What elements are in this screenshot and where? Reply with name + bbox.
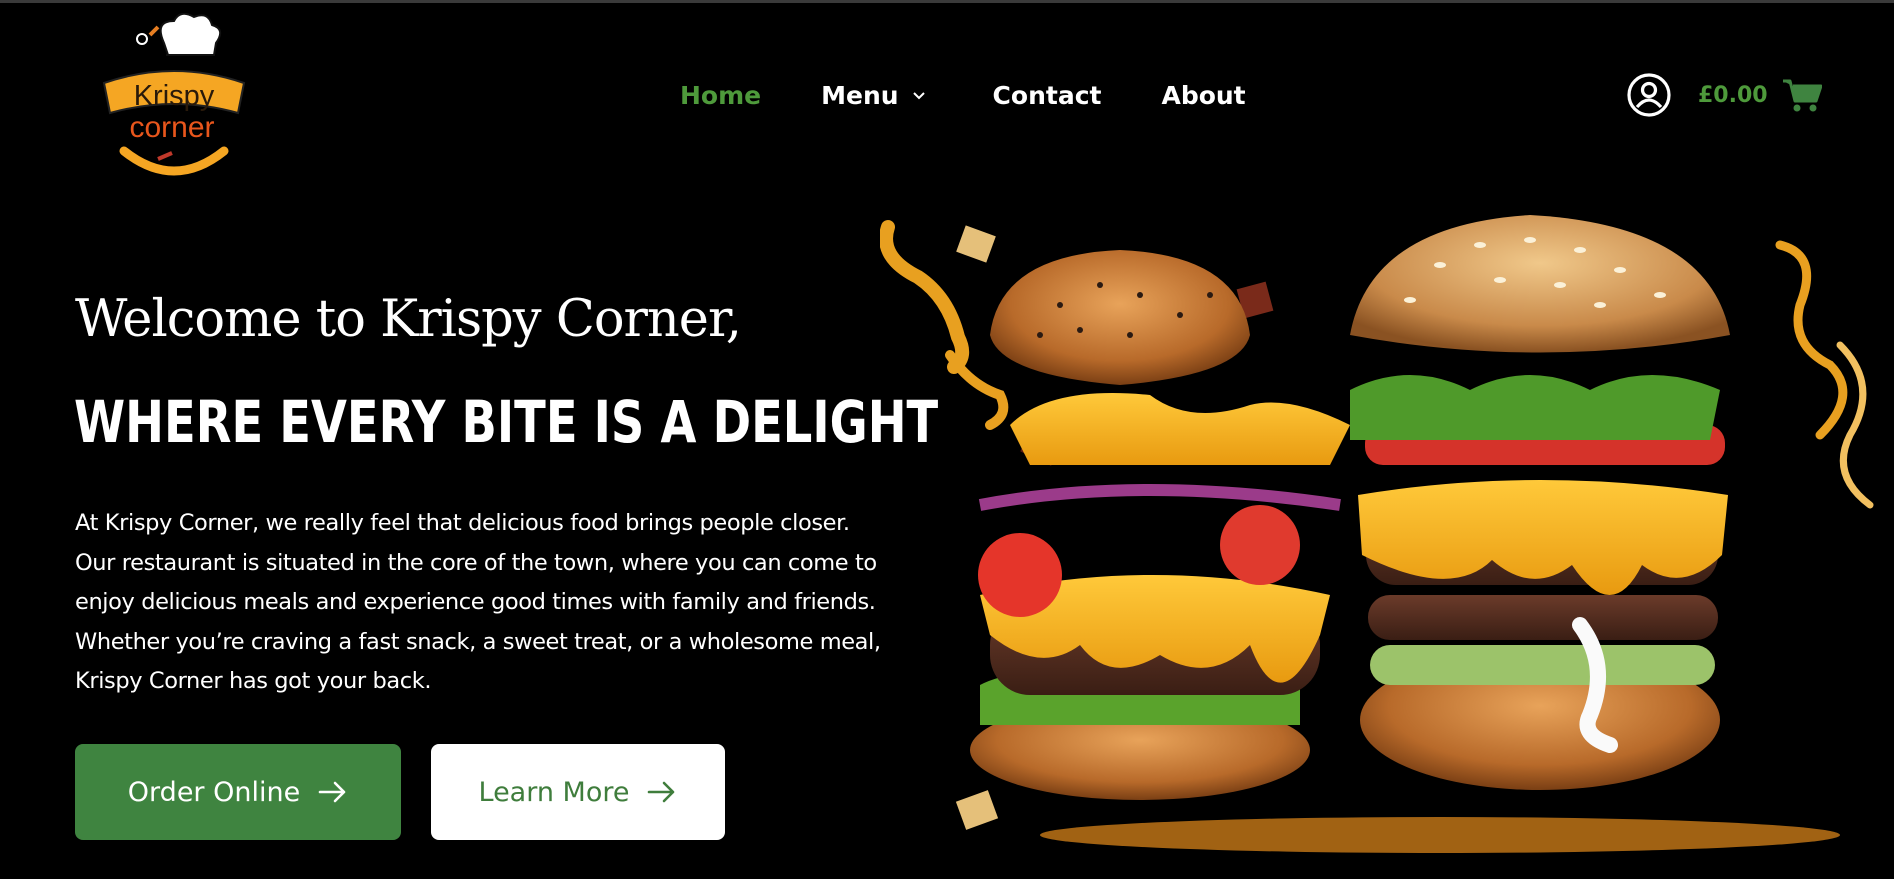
hero-description-line: At Krispy Corner, we really feel that de… <box>75 510 850 536</box>
chevron-down-icon <box>912 92 925 100</box>
cart-button[interactable]: £0.00 <box>1698 73 1822 117</box>
nav-menu-dropdown[interactable]: Menu <box>821 81 926 110</box>
nav-contact-link[interactable]: Contact <box>993 81 1102 110</box>
burger-splash-image <box>880 215 1874 853</box>
site-header: Krispy corner Home Menu Contact About £0… <box>0 3 1894 193</box>
logo-text-krispy: Krispy <box>134 80 215 112</box>
chef-hat-logo-icon: Krispy corner <box>102 12 246 176</box>
arrow-right-icon <box>648 781 675 803</box>
hero-greeting: Welcome to Krispy Corner, <box>75 290 742 349</box>
order-online-button[interactable]: Order Online <box>75 744 401 840</box>
shopping-cart-icon <box>1782 79 1822 112</box>
site-logo[interactable]: Krispy corner <box>96 12 246 178</box>
main-nav: Home Menu Contact About <box>680 75 1246 115</box>
hero-description-line: Krispy Corner has got your back. <box>75 668 432 694</box>
hero-description-line: Our restaurant is situated in the core o… <box>75 549 877 576</box>
learn-more-label: Learn More <box>478 776 630 808</box>
hero-description: At Krispy Corner, we really feel that de… <box>75 504 935 702</box>
nav-menu-label: Menu <box>821 80 899 110</box>
logo-text-corner: corner <box>129 111 214 144</box>
nav-about-link[interactable]: About <box>1161 81 1245 110</box>
hero-headline: WHERE EVERY BITE IS A DELIGHT <box>74 388 939 456</box>
hero-description-line: enjoy delicious meals and experience goo… <box>75 589 876 615</box>
cart-total: £0.00 <box>1698 82 1768 108</box>
nav-home-link[interactable]: Home <box>680 81 761 110</box>
user-circle-icon[interactable] <box>1626 72 1672 118</box>
hero-description-line: Whether you’re craving a fast snack, a s… <box>75 628 881 655</box>
arrow-right-icon <box>318 781 346 803</box>
learn-more-button[interactable]: Learn More <box>431 744 725 840</box>
order-online-label: Order Online <box>127 776 301 808</box>
